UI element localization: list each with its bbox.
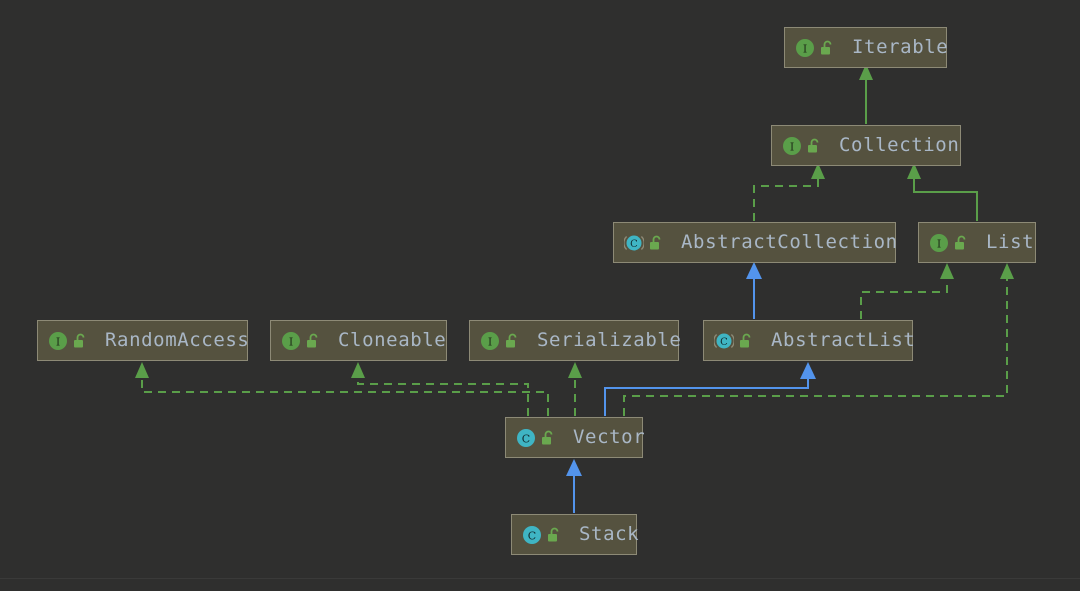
node-serializable[interactable]: I Serializable (469, 320, 679, 361)
node-label: Vector (573, 428, 645, 447)
edge-layer (0, 0, 1080, 591)
node-icon-group: I (480, 331, 520, 351)
node-icon-group: I (48, 331, 88, 351)
node-iterable[interactable]: I Iterable (784, 27, 947, 68)
edge-abstractcollection-to-collection (754, 163, 825, 221)
node-label: Cloneable (338, 331, 446, 350)
unlocked-padlock-icon (505, 333, 520, 349)
interface-icon: I (48, 331, 68, 351)
edge-vector-to-serializable (568, 362, 582, 416)
class-diagram-canvas: I Iterable I Collection (0, 0, 1080, 591)
svg-text:I: I (289, 335, 293, 348)
node-label: Serializable (537, 331, 681, 350)
edge-abstractlist-to-abstractcollection (746, 262, 762, 319)
unlocked-padlock-icon (547, 527, 562, 543)
node-vector[interactable]: C Vector (505, 417, 643, 458)
node-icon-group: C (714, 331, 754, 351)
node-icon-group: I (929, 233, 969, 253)
unlocked-padlock-icon (807, 138, 822, 154)
unlocked-padlock-icon (649, 235, 664, 251)
node-label: RandomAccess (105, 331, 249, 350)
svg-text:C: C (720, 337, 728, 348)
node-label: Iterable (852, 38, 948, 57)
svg-text:I: I (56, 335, 60, 348)
unlocked-padlock-icon (954, 235, 969, 251)
unlocked-padlock-icon (820, 40, 835, 56)
footer-divider (0, 578, 1080, 579)
node-icon-group: I (281, 331, 321, 351)
unlocked-padlock-icon (541, 430, 556, 446)
node-abstractcollection[interactable]: C AbstractCollection (613, 222, 896, 263)
node-cloneable[interactable]: I Cloneable (270, 320, 447, 361)
node-icon-group: I (782, 136, 822, 156)
node-label: AbstractList (771, 331, 915, 350)
interface-icon: I (782, 136, 802, 156)
svg-text:I: I (937, 237, 941, 250)
svg-text:I: I (790, 140, 794, 153)
edge-collection-to-iterable (859, 64, 873, 124)
edge-abstractlist-to-list (861, 263, 954, 319)
node-icon-group: I (795, 38, 835, 58)
unlocked-padlock-icon (306, 333, 321, 349)
edge-list-to-collection (907, 163, 977, 221)
unlocked-padlock-icon (73, 333, 88, 349)
abstract-class-icon: C (624, 233, 644, 253)
node-label: AbstractCollection (681, 233, 898, 252)
edge-vector-to-cloneable (351, 362, 528, 416)
node-list[interactable]: I List (918, 222, 1036, 263)
svg-text:I: I (803, 42, 807, 55)
abstract-class-icon: C (714, 331, 734, 351)
unlocked-padlock-icon (739, 333, 754, 349)
edge-vector-to-randomaccess (135, 362, 548, 416)
class-icon: C (516, 428, 536, 448)
interface-icon: I (929, 233, 949, 253)
node-abstractlist[interactable]: C AbstractList (703, 320, 913, 361)
node-icon-group: C (522, 525, 562, 545)
node-label: Collection (839, 136, 959, 155)
node-icon-group: C (624, 233, 664, 253)
edge-stack-to-vector (566, 459, 582, 513)
svg-text:C: C (630, 239, 638, 250)
interface-icon: I (795, 38, 815, 58)
edge-vector-to-abstractlist (605, 362, 816, 416)
interface-icon: I (480, 331, 500, 351)
node-label: Stack (579, 525, 639, 544)
node-label: List (986, 233, 1034, 252)
node-stack[interactable]: C Stack (511, 514, 637, 555)
svg-text:C: C (522, 432, 530, 445)
svg-text:I: I (488, 335, 492, 348)
svg-text:C: C (528, 529, 536, 542)
class-icon: C (522, 525, 542, 545)
node-collection[interactable]: I Collection (771, 125, 961, 166)
interface-icon: I (281, 331, 301, 351)
node-randomaccess[interactable]: I RandomAccess (37, 320, 248, 361)
node-icon-group: C (516, 428, 556, 448)
